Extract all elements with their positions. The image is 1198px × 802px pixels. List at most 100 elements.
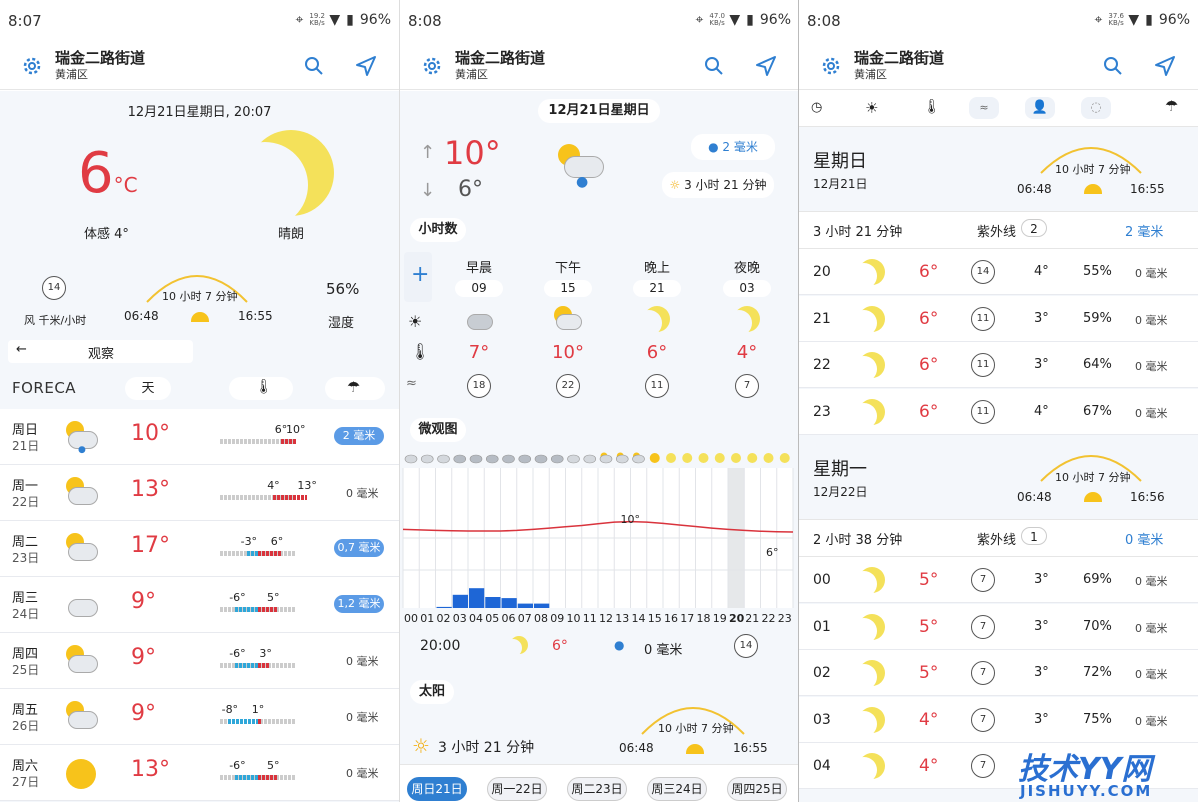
hour-row[interactable]: 22 6° 11 3° 64% 0 毫米 — [799, 342, 1198, 388]
day-row[interactable]: 周三 24日 9° -6° 5° 1,2 毫米 — [0, 577, 399, 633]
cloud-icon — [68, 711, 98, 729]
net-speed: 47.0 KB/s — [709, 12, 725, 27]
rain-amount: 0 毫米 — [346, 767, 379, 780]
tab-day-3[interactable]: 周三24日 — [647, 777, 707, 801]
hour-label: 18 — [697, 612, 711, 625]
mini-cloud-icon — [550, 454, 564, 464]
umbrella-icon[interactable]: ☂ — [1165, 97, 1178, 115]
person-icon[interactable]: 👤 — [1025, 97, 1055, 119]
moon-icon — [734, 306, 760, 332]
search-icon[interactable] — [302, 54, 326, 78]
back-arrow-icon[interactable]: ← — [16, 342, 27, 357]
hour-row[interactable]: 00 5° 7 3° 69% 0 毫米 — [799, 557, 1198, 603]
hour-temp: 5° — [919, 616, 939, 637]
tab-day-1[interactable]: 周一22日 — [487, 777, 547, 801]
day-name: 周六 — [12, 759, 39, 774]
cloud-icon — [68, 655, 98, 673]
hour-row[interactable]: 02 5° 7 3° 72% 0 毫米 — [799, 650, 1198, 696]
day-date: 21日 — [12, 439, 40, 453]
hour-label: 12 — [599, 612, 613, 625]
expand-button[interactable]: + — [404, 252, 432, 302]
gear-icon[interactable] — [420, 54, 444, 78]
hour-row[interactable]: 23 6° 11 4° 67% 0 毫米 — [799, 388, 1198, 435]
tab-day[interactable]: 天 — [125, 377, 171, 400]
current-temp: 6°C — [78, 141, 138, 206]
mini-cloud-icon — [453, 454, 467, 464]
mini-sun-icon — [649, 453, 660, 463]
day-row[interactable]: 周四 25日 9° -6° 3° 0 毫米 — [0, 633, 399, 689]
wind-indicator: 18 — [467, 374, 491, 398]
day-row[interactable]: 周日 21日 ● 10° 6° 10° 2 毫米 — [0, 409, 399, 465]
navigation-icon[interactable] — [754, 54, 778, 78]
day-name: 周三 — [12, 591, 39, 606]
feels-like: 4° — [1034, 403, 1049, 419]
feels-like: 4° — [1034, 264, 1049, 279]
tab-temperature[interactable]: 🌡 — [229, 377, 293, 400]
hour-label: 04 — [469, 612, 483, 625]
battery-level: 96% — [359, 12, 391, 28]
tab-day-4[interactable]: 周四25日 — [727, 777, 787, 801]
location-icon: ⌖ — [695, 12, 704, 28]
uv-value: 2 — [1021, 219, 1047, 237]
sunrise-sun-icon — [682, 740, 708, 754]
drop-icon[interactable]: ◌ — [1081, 97, 1111, 119]
thermometer-row-icon: 🌡 — [410, 342, 431, 361]
daylight-length: 10 小时 7 分钟 — [162, 290, 238, 303]
hour: 01 — [813, 618, 831, 635]
location-icon: ⌖ — [1094, 12, 1103, 28]
humidity: 55% — [1083, 264, 1112, 279]
moon-icon — [859, 707, 885, 733]
cloud-icon — [467, 314, 493, 330]
rain-badge: 1,2 毫米 — [334, 595, 384, 613]
day-date: 26日 — [12, 719, 40, 733]
city-name[interactable]: 瑞金二路街道 — [854, 47, 944, 68]
city-name[interactable]: 瑞金二路街道 — [455, 47, 545, 68]
day-row[interactable]: 周一 22日 13° 4° 13° 0 毫米 — [0, 465, 399, 521]
day-row[interactable]: 周二 23日 17° -3° 6° 0,7 毫米 — [0, 521, 399, 577]
hour-row[interactable]: 03 4° 7 3° 75% 0 毫米 — [799, 696, 1198, 743]
tab-day-2[interactable]: 周二23日 — [567, 777, 627, 801]
rain-bar — [452, 594, 468, 608]
city-name[interactable]: 瑞金二路街道 — [55, 47, 145, 68]
hour-row[interactable]: 20 6° 14 4° 55% 0 毫米 — [799, 249, 1198, 295]
mini-cloud-icon — [485, 454, 499, 464]
navigation-icon[interactable] — [354, 54, 378, 78]
day-row[interactable]: 周五 26日 9° -8° 1° 0 毫米 — [0, 689, 399, 745]
thermometer-icon[interactable]: 🌡 — [923, 99, 941, 115]
tab-umbrella[interactable]: ☂ — [325, 377, 385, 400]
day-name: 周一 — [12, 479, 39, 494]
period-name: 早晨 — [465, 261, 492, 276]
moon-icon — [248, 130, 334, 216]
day-row[interactable]: 周六 27日 13° -6° 5° 0 毫米 — [0, 745, 399, 801]
sun-icon[interactable]: ☀ — [865, 99, 878, 117]
hour-row[interactable]: 01 5° 7 3° 70% 0 毫米 — [799, 603, 1198, 650]
day-temp: 9° — [131, 701, 156, 726]
sunrise-time: 06:48 — [619, 741, 654, 755]
hour-row[interactable]: 21 6° 11 3° 59% 0 毫米 — [799, 295, 1198, 342]
mini-moon-icon — [682, 453, 693, 463]
weather-icon — [64, 533, 98, 563]
humidity: 67% — [1083, 403, 1112, 419]
warm-range-bar — [273, 495, 308, 500]
gear-icon[interactable] — [20, 54, 44, 78]
rain: 0 毫米 — [1135, 714, 1168, 728]
search-icon[interactable] — [702, 54, 726, 78]
moon-icon — [859, 352, 885, 378]
mini-cloud-icon — [518, 454, 532, 464]
period-name: 下午 — [554, 261, 581, 276]
wind-icon[interactable]: ≈ — [969, 97, 999, 119]
sunset-time: 16:55 — [1130, 182, 1165, 196]
sunset-time: 16:56 — [1130, 490, 1165, 504]
observe-bar[interactable]: ← 观察 — [8, 340, 193, 363]
tab-day-0[interactable]: 周日21日 — [407, 777, 467, 801]
hour: 00 — [813, 572, 831, 588]
low-temp: -8° — [221, 703, 239, 716]
wind-indicator: 11 — [971, 353, 995, 377]
daylight-length: 10 小时 7 分钟 — [658, 722, 734, 735]
clock-icon[interactable]: ◷ — [811, 100, 822, 115]
wind-indicator: 7 — [971, 707, 995, 732]
search-icon[interactable] — [1101, 54, 1125, 78]
gear-icon[interactable] — [819, 54, 843, 78]
app-bar: 瑞金二路街道 黄浦区 — [0, 42, 399, 90]
navigation-icon[interactable] — [1153, 54, 1177, 78]
